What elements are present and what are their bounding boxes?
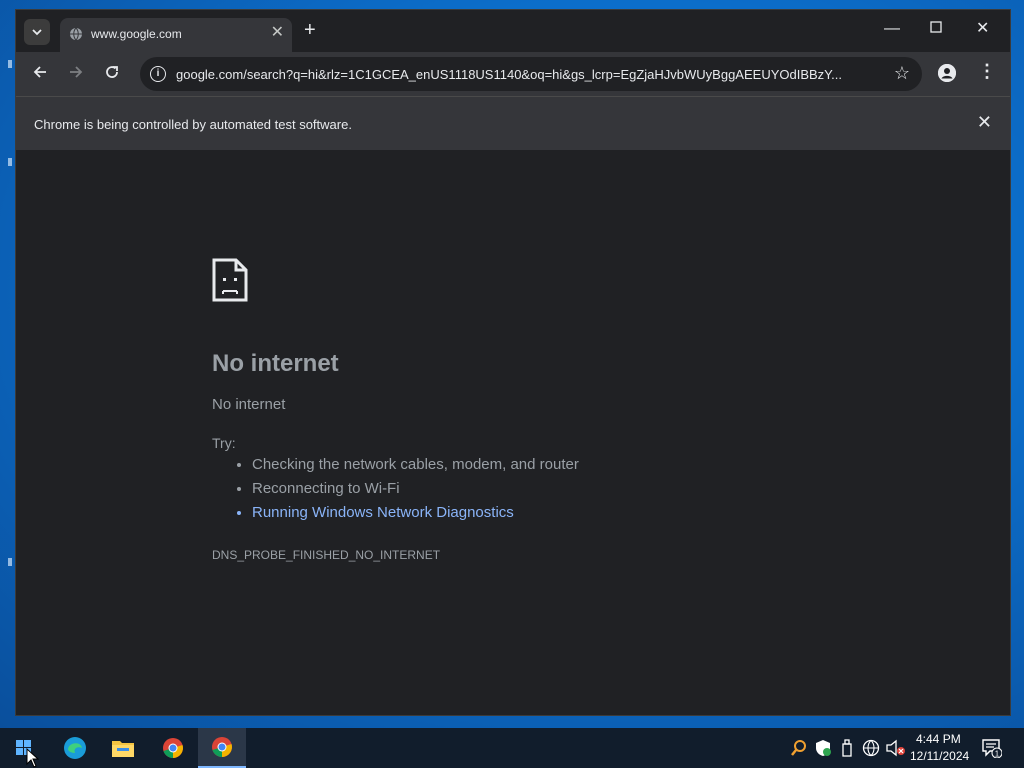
search-magnifier-icon[interactable] xyxy=(790,739,808,757)
tab-strip: www.google.com ✕ + — ✕ xyxy=(16,10,1010,52)
infobar-message: Chrome is being controlled by automated … xyxy=(34,117,352,132)
clock-date[interactable]: 12/11/2024 xyxy=(910,749,969,763)
desktop-icon-edge xyxy=(8,558,12,566)
chrome-window: www.google.com ✕ + — ✕ i google.com/sear… xyxy=(15,9,1011,716)
desktop-icon-edge xyxy=(8,60,12,68)
new-tab-button[interactable]: + xyxy=(304,20,316,40)
person-icon xyxy=(938,64,956,82)
close-window-button[interactable]: ✕ xyxy=(976,20,989,38)
notification-count: 1 xyxy=(995,750,1000,759)
taskbar-edge[interactable] xyxy=(51,728,99,768)
error-code: DNS_PROBE_FINISHED_NO_INTERNET xyxy=(212,548,441,562)
chevron-down-icon xyxy=(32,29,42,36)
profile-avatar-icon[interactable] xyxy=(938,64,956,82)
start-button[interactable] xyxy=(0,728,48,768)
suggestion-list: Checking the network cables, modem, and … xyxy=(234,450,579,522)
automation-infobar: Chrome is being controlled by automated … xyxy=(16,96,1010,151)
edge-icon xyxy=(64,737,86,759)
back-button[interactable] xyxy=(32,64,48,83)
info-icon[interactable]: i xyxy=(150,66,166,82)
tab-search-button[interactable] xyxy=(24,19,50,45)
windows-logo-icon xyxy=(16,740,31,755)
clock-time[interactable]: 4:44 PM xyxy=(916,732,961,746)
arrow-right-icon xyxy=(70,66,83,78)
try-label: Try: xyxy=(212,435,236,451)
volume-muted-icon[interactable] xyxy=(886,739,906,757)
chrome-icon xyxy=(163,738,183,758)
bookmark-star-icon[interactable]: ☆ xyxy=(894,64,910,82)
network-globe-icon[interactable] xyxy=(862,739,880,757)
file-explorer-icon xyxy=(112,741,134,757)
taskbar-chrome-active[interactable] xyxy=(198,728,246,768)
forward-button[interactable] xyxy=(68,64,84,83)
address-bar[interactable]: i google.com/search?q=hi&rlz=1C1GCEA_enU… xyxy=(140,57,922,91)
suggestion-item: Reconnecting to Wi-Fi xyxy=(252,480,579,498)
maximize-icon xyxy=(930,21,942,33)
maximize-button[interactable] xyxy=(930,20,942,38)
taskbar-file-explorer[interactable] xyxy=(99,728,147,768)
tab-close-icon[interactable]: ✕ xyxy=(271,25,284,41)
more-menu-button[interactable]: ⋮ xyxy=(978,62,996,80)
tab-title: www.google.com xyxy=(91,27,182,41)
network-diagnostics-link[interactable]: Running Windows Network Diagnostics xyxy=(252,504,579,522)
security-shield-icon[interactable] xyxy=(815,739,831,757)
arrow-left-icon xyxy=(33,66,46,78)
error-page: No internet No internet Try: Checking th… xyxy=(16,150,1010,715)
suggestion-item: Checking the network cables, modem, and … xyxy=(252,456,579,474)
taskbar-chrome[interactable] xyxy=(149,728,197,768)
infobar-close-icon[interactable]: ✕ xyxy=(977,113,992,131)
desktop-icon-edge xyxy=(8,158,12,166)
address-bar-url[interactable]: google.com/search?q=hi&rlz=1C1GCEA_enUS1… xyxy=(176,67,876,82)
browser-toolbar: i google.com/search?q=hi&rlz=1C1GCEA_enU… xyxy=(16,52,1010,96)
notification-center-button[interactable]: 1 xyxy=(982,738,1003,759)
mouse-cursor-icon xyxy=(26,748,40,768)
taskbar: 4:44 PM 12/11/2024 1 xyxy=(0,728,1024,768)
chrome-icon xyxy=(212,737,232,757)
minimize-button[interactable]: — xyxy=(884,20,900,38)
browser-tab[interactable]: www.google.com ✕ xyxy=(60,18,292,52)
reload-icon xyxy=(106,66,118,78)
notification-icon: 1 xyxy=(982,739,1003,759)
sad-page-icon xyxy=(212,258,248,302)
reload-button[interactable] xyxy=(104,64,120,83)
globe-icon xyxy=(70,27,82,41)
usb-device-icon[interactable] xyxy=(841,739,853,757)
error-subheading: No internet xyxy=(212,396,286,413)
error-heading: No internet xyxy=(212,350,339,377)
